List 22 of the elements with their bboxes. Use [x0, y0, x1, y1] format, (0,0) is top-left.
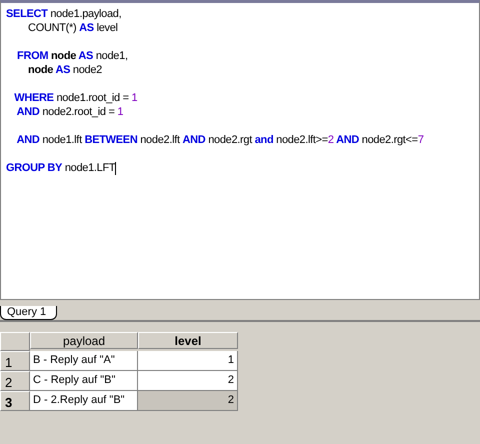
table-cell: B - Reply auf "A": [30, 351, 138, 371]
code-line: AND node2.root_id = 1: [16, 105, 124, 119]
code-line: FROM node AS node1,: [16, 49, 128, 63]
row-header[interactable]: 1: [0, 351, 30, 371]
table-cell: 2: [138, 371, 238, 391]
code-line: COUNT(*) AS level: [27, 21, 118, 35]
table-cell: 2: [138, 391, 238, 411]
code-line: SELECT node1.payload,: [6, 7, 122, 21]
table-cell: 1: [138, 351, 238, 371]
text-caret: [115, 162, 116, 175]
query-tab[interactable]: Query 1: [0, 306, 58, 320]
code-line: GROUP BY node1.LFT: [6, 161, 116, 175]
table-cell: C - Reply auf "B": [30, 371, 138, 391]
table-cell: D - 2.Reply auf "B": [30, 391, 138, 411]
code-line: WHERE node1.root_id = 1: [13, 91, 138, 105]
sql-editor[interactable]: [0, 0, 480, 300]
column-header[interactable]: payload: [30, 332, 138, 349]
row-header[interactable]: 3: [0, 391, 30, 411]
code-line: AND node1.lft BETWEEN node2.lft AND node2.rgt and node2.lft>=2 AND node2.rgt<=7: [16, 133, 424, 147]
row-header[interactable]: 2: [0, 371, 30, 391]
column-header[interactable]: level: [138, 332, 238, 349]
code-line: node AS node2: [27, 63, 102, 77]
